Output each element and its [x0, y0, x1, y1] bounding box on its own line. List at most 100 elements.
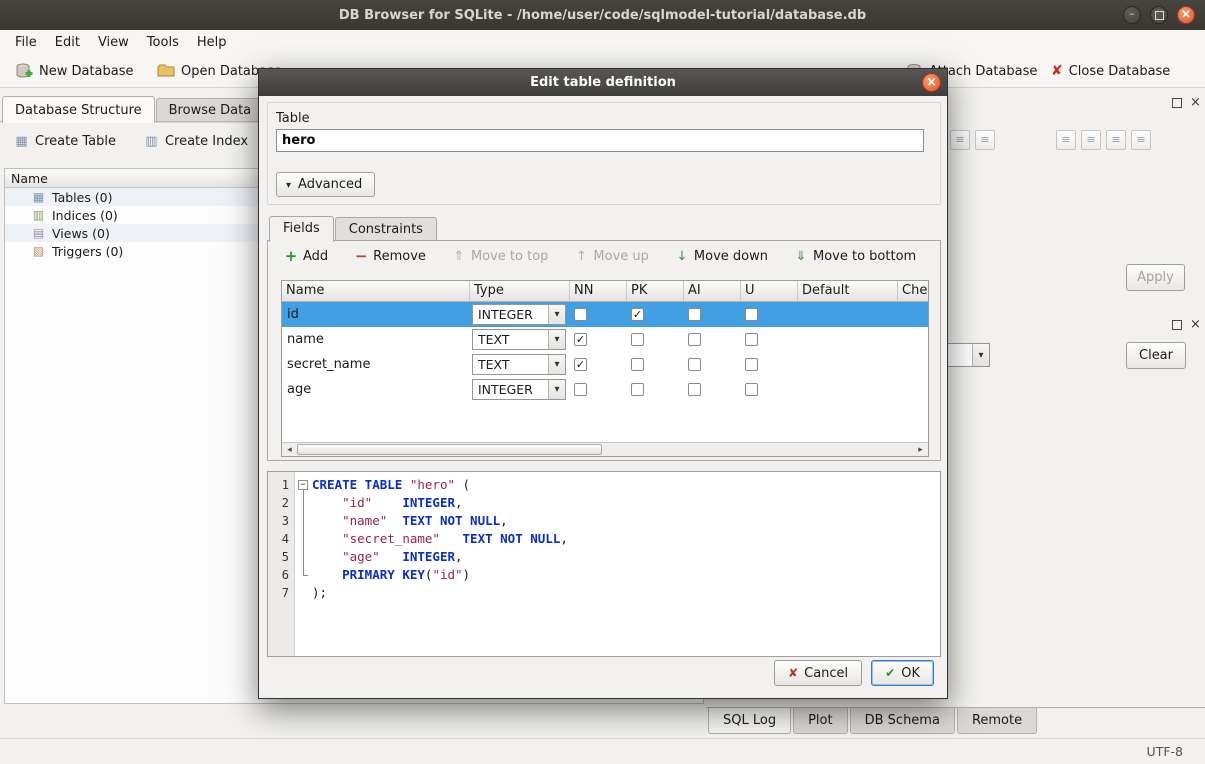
table-name-input[interactable]: [276, 129, 924, 152]
sql-preview[interactable]: 1CREATE TABLE "hero" (2 "id" INTEGER,3 "…: [267, 471, 941, 657]
dialog-titlebar[interactable]: Edit table definition: [259, 69, 947, 96]
remove-field-button[interactable]: Remove: [348, 246, 432, 267]
column-header-name[interactable]: Name: [282, 281, 470, 301]
advanced-toggle-button[interactable]: Advanced: [276, 172, 375, 197]
u-checkbox[interactable]: [745, 383, 758, 396]
column-header-type[interactable]: Type: [470, 281, 570, 301]
pk-checkbox[interactable]: [631, 358, 644, 371]
menu-edit[interactable]: Edit: [46, 32, 89, 53]
dock-float-icon[interactable]: [1172, 98, 1182, 108]
maximize-icon[interactable]: [1150, 6, 1168, 24]
tab-fields[interactable]: Fields: [269, 216, 334, 242]
tab-plot[interactable]: Plot: [793, 708, 848, 734]
menu-tools[interactable]: Tools: [138, 32, 188, 53]
field-row[interactable]: secret_nameTEXT: [282, 352, 928, 377]
create-table-icon: [14, 134, 29, 149]
add-field-button[interactable]: Add: [278, 246, 334, 267]
dock-toolbar-icon[interactable]: [1056, 130, 1076, 150]
field-type-cell: INTEGER: [470, 377, 570, 402]
tab-database-structure[interactable]: Database Structure: [2, 96, 155, 123]
create-table-button[interactable]: Create Table: [8, 131, 122, 152]
fields-toolbar: Add Remove Move to top Move up Move down…: [278, 246, 922, 267]
pk-checkbox[interactable]: [631, 333, 644, 346]
nn-checkbox[interactable]: [574, 383, 587, 396]
dialog-close-icon[interactable]: [922, 73, 941, 92]
move-up-button[interactable]: Move up: [568, 246, 655, 267]
close-database-button[interactable]: Close Database: [1046, 58, 1175, 84]
tree-item-tables-label: Tables (0): [52, 190, 113, 205]
column-header-nn[interactable]: NN: [570, 281, 627, 301]
u-checkbox[interactable]: [745, 333, 758, 346]
dock-controls-2: [1172, 317, 1201, 332]
move-down-label: Move down: [694, 249, 768, 264]
create-index-icon: [144, 134, 159, 149]
dock-toolbar-icon[interactable]: [1106, 130, 1126, 150]
type-combo[interactable]: TEXT: [472, 354, 566, 375]
tab-db-schema[interactable]: DB Schema: [850, 708, 955, 734]
fold-indicator: [295, 584, 312, 602]
field-row[interactable]: ageINTEGER: [282, 377, 928, 402]
menu-file[interactable]: File: [6, 32, 46, 53]
column-header-default[interactable]: Default: [798, 281, 898, 301]
triggers-icon: [31, 244, 46, 258]
menu-view[interactable]: View: [89, 32, 138, 53]
column-header-ai[interactable]: AI: [684, 281, 741, 301]
create-index-button[interactable]: Create Index: [138, 131, 254, 152]
type-combo-value: TEXT: [473, 357, 548, 372]
scrollbar-thumb[interactable]: [297, 444, 602, 455]
move-to-top-button[interactable]: Move to top: [446, 246, 554, 267]
dock-toolbar-icon[interactable]: [975, 130, 995, 150]
cancel-button[interactable]: Cancel: [774, 660, 862, 686]
dock-toolbar-icon[interactable]: [1131, 130, 1151, 150]
pk-checkbox[interactable]: [631, 308, 644, 321]
horizontal-scrollbar[interactable]: [282, 442, 928, 456]
move-to-bottom-button[interactable]: Move to bottom: [788, 246, 922, 267]
pk-checkbox[interactable]: [631, 383, 644, 396]
tab-browse-data[interactable]: Browse Data: [156, 98, 265, 123]
dialog-title: Edit table definition: [530, 75, 676, 90]
move-to-bottom-label: Move to bottom: [813, 249, 916, 264]
move-up-icon: [574, 249, 588, 264]
chevron-down-icon: [972, 344, 989, 366]
nn-checkbox[interactable]: [574, 358, 587, 371]
ai-checkbox[interactable]: [688, 383, 701, 396]
u-checkbox[interactable]: [745, 358, 758, 371]
sql-token: INTEGER: [402, 495, 455, 510]
field-row[interactable]: nameTEXT: [282, 327, 928, 352]
ok-button[interactable]: OK: [871, 660, 934, 686]
field-row[interactable]: idINTEGER: [282, 302, 928, 327]
new-database-button[interactable]: New Database: [10, 58, 139, 84]
fold-collapse-icon[interactable]: [298, 480, 308, 490]
type-combo[interactable]: INTEGER: [472, 304, 566, 325]
nn-checkbox[interactable]: [574, 308, 587, 321]
close-icon[interactable]: [1177, 6, 1195, 24]
apply-button[interactable]: Apply: [1126, 264, 1185, 291]
dock-close-icon[interactable]: [1190, 317, 1201, 332]
nn-checkbox[interactable]: [574, 333, 587, 346]
minimize-icon[interactable]: [1123, 6, 1141, 24]
tab-sql-log[interactable]: SQL Log: [708, 708, 791, 734]
type-combo[interactable]: INTEGER: [472, 379, 566, 400]
dock-toolbar-icon[interactable]: [950, 130, 970, 150]
tab-constraints[interactable]: Constraints: [335, 217, 437, 241]
scroll-left-icon[interactable]: [282, 443, 297, 457]
dock-close-icon[interactable]: [1190, 95, 1201, 110]
clear-button[interactable]: Clear: [1126, 342, 1186, 369]
sql-token: ): [463, 567, 471, 582]
ai-checkbox[interactable]: [688, 358, 701, 371]
ai-checkbox[interactable]: [688, 333, 701, 346]
ai-checkbox[interactable]: [688, 308, 701, 321]
scroll-right-icon[interactable]: [913, 443, 928, 457]
column-header-check[interactable]: Check: [898, 281, 929, 301]
move-down-button[interactable]: Move down: [669, 246, 774, 267]
dock-toolbar-icon[interactable]: [1081, 130, 1101, 150]
column-header-pk[interactable]: PK: [627, 281, 684, 301]
u-checkbox[interactable]: [745, 308, 758, 321]
window-titlebar[interactable]: DB Browser for SQLite - /home/user/code/…: [0, 0, 1205, 30]
dock-float-icon[interactable]: [1172, 320, 1182, 330]
type-combo[interactable]: TEXT: [472, 329, 566, 350]
tab-remote[interactable]: Remote: [957, 708, 1037, 734]
tree-item-indices-label: Indices (0): [52, 208, 118, 223]
menu-help[interactable]: Help: [188, 32, 236, 53]
column-header-u[interactable]: U: [741, 281, 798, 301]
